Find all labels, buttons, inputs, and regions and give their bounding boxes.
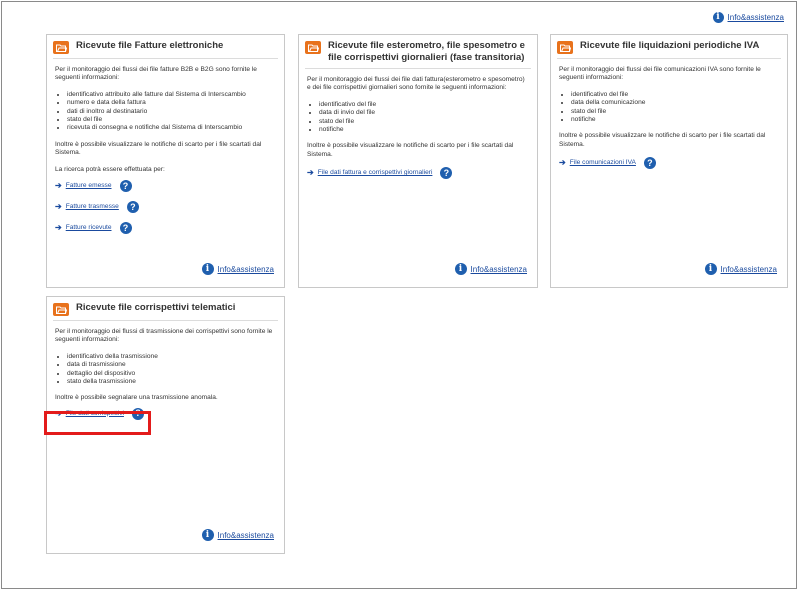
link-comunicazioni-iva[interactable]: ➔ File comunicazioni IVA ?	[559, 157, 779, 170]
arrow-right-icon: ➔	[55, 202, 62, 212]
highlight-box	[44, 411, 151, 435]
card-body: Per il monitoraggio dei flussi di trasmi…	[47, 321, 284, 420]
folder-open-icon	[557, 41, 573, 54]
help-icon[interactable]: ?	[126, 201, 139, 214]
fatture-ricevute-link[interactable]: Fatture ricevute	[66, 224, 112, 232]
list-item: dati di inoltro al destinatario	[67, 108, 276, 116]
card-footer-info[interactable]: i Info&assistenza	[454, 263, 527, 275]
file-comunicazioni-iva-link[interactable]: File comunicazioni IVA	[570, 159, 636, 167]
card-header: Ricevute file corrispettivi telematici	[53, 302, 278, 321]
fatture-trasmesse-link[interactable]: Fatture trasmesse	[66, 203, 119, 211]
link-fatture-trasmesse[interactable]: ➔ Fatture trasmesse ?	[55, 201, 276, 214]
help-icon[interactable]: ?	[119, 180, 132, 193]
list-item: data della comunicazione	[571, 99, 779, 107]
arrow-right-icon: ➔	[55, 181, 62, 191]
card-header: Ricevute file Fatture elettroniche	[53, 40, 278, 59]
card-title: Ricevute file esterometro, file spesomet…	[328, 40, 525, 63]
search-label: La ricerca potrà essere effettuata per:	[55, 165, 165, 173]
arrow-right-icon: ➔	[559, 158, 566, 168]
card-fatture-elettroniche: Ricevute file Fatture elettroniche Per i…	[46, 34, 285, 288]
info-icon: i	[454, 263, 467, 275]
info-list: identificativo del file data della comun…	[559, 91, 779, 125]
info-list: identificativo attribuito alle fatture d…	[55, 91, 276, 133]
card-intro: Per il monitoraggio dei flussi di trasmi…	[55, 328, 273, 344]
info-list: identificativo del file data di invio de…	[307, 101, 529, 135]
folder-open-icon	[53, 41, 69, 54]
top-info-link[interactable]: Info&assistenza	[728, 13, 784, 22]
help-icon[interactable]: ?	[643, 157, 656, 170]
help-icon[interactable]: ?	[119, 222, 132, 235]
card-body: Per il monitoraggio dei flussi dei file …	[47, 59, 284, 235]
card-title: Ricevute file Fatture elettroniche	[76, 40, 224, 51]
list-item: data di invio del file	[319, 109, 529, 117]
list-item: identificativo del file	[319, 101, 529, 109]
info-icon: i	[201, 263, 214, 275]
list-item: numero e data della fattura	[67, 99, 276, 107]
list-item: stato della trasmissione	[67, 378, 276, 386]
list-item: identificativo della trasmissione	[67, 353, 276, 361]
card-note: Inoltre è possibile segnalare una trasmi…	[55, 394, 218, 402]
info-assistenza-link[interactable]: Info&assistenza	[721, 265, 777, 274]
info-icon: i	[201, 529, 214, 541]
card-intro: Per il monitoraggio dei flussi dei file …	[55, 66, 257, 82]
info-icon: i	[704, 263, 717, 275]
card-intro: Per il monitoraggio dei flussi dei file …	[559, 66, 761, 82]
card-title: Ricevute file corrispettivi telematici	[76, 302, 236, 313]
folder-open-icon	[53, 303, 69, 316]
info-icon: i	[712, 12, 724, 23]
list-item: data di trasmissione	[67, 361, 276, 369]
list-item: notifiche	[319, 126, 529, 134]
card-footer-info[interactable]: i Info&assistenza	[201, 263, 274, 275]
link-file-dati-fattura[interactable]: ➔ File dati fattura e corrispettivi gior…	[307, 167, 529, 180]
list-item: stato del file	[319, 118, 529, 126]
fatture-emesse-link[interactable]: Fatture emesse	[66, 182, 112, 190]
link-fatture-ricevute[interactable]: ➔ Fatture ricevute ?	[55, 222, 276, 235]
arrow-right-icon: ➔	[307, 168, 314, 178]
info-assistenza-link[interactable]: Info&assistenza	[471, 265, 527, 274]
folder-open-icon	[305, 41, 321, 54]
card-note: Inoltre è possibile visualizzare le noti…	[307, 142, 514, 158]
list-item: stato del file	[67, 116, 276, 124]
list-item: identificativo attribuito alle fatture d…	[67, 91, 276, 99]
card-body: Per il monitoraggio dei flussi dei file …	[551, 59, 787, 170]
list-item: dettaglio del dispositivo	[67, 370, 276, 378]
help-icon[interactable]: ?	[440, 167, 453, 180]
arrow-right-icon: ➔	[55, 223, 62, 233]
card-footer-info[interactable]: i Info&assistenza	[201, 529, 274, 541]
info-assistenza-link[interactable]: Info&assistenza	[218, 531, 274, 540]
card-body: Per il monitoraggio dei flussi dei file …	[299, 69, 537, 180]
card-liquidazioni-iva: Ricevute file liquidazioni periodiche IV…	[550, 34, 788, 288]
card-note: Inoltre è possibile visualizzare le noti…	[55, 140, 262, 157]
file-dati-fattura-link[interactable]: File dati fattura e corrispettivi giorna…	[318, 169, 433, 177]
card-footer-info[interactable]: i Info&assistenza	[704, 263, 777, 275]
card-header: Ricevute file liquidazioni periodiche IV…	[557, 40, 781, 59]
card-esterometro: Ricevute file esterometro, file spesomet…	[298, 34, 538, 288]
card-title: Ricevute file liquidazioni periodiche IV…	[580, 40, 760, 51]
card-intro: Per il monitoraggio dei flussi dei file …	[307, 76, 525, 92]
top-info-assistenza[interactable]: i Info&assistenza	[712, 12, 784, 23]
info-assistenza-link[interactable]: Info&assistenza	[218, 265, 274, 274]
list-item: identificativo del file	[571, 91, 779, 99]
link-fatture-emesse[interactable]: ➔ Fatture emesse ?	[55, 180, 276, 193]
info-list: identificativo della trasmissione data d…	[55, 353, 276, 387]
list-item: ricevuta di consegna e notifiche dal Sis…	[67, 124, 276, 132]
list-item: notifiche	[571, 116, 779, 124]
card-header: Ricevute file esterometro, file spesomet…	[305, 40, 531, 69]
list-item: stato del file	[571, 108, 779, 116]
card-note: Inoltre è possibile visualizzare le noti…	[559, 132, 766, 148]
